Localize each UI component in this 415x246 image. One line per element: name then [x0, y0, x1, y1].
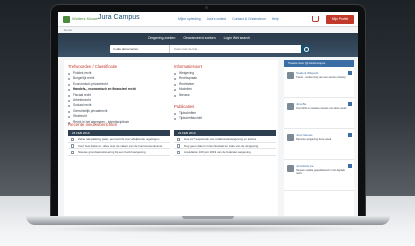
search-icon[interactable]	[301, 45, 310, 53]
brand-name[interactable]: Wolters Kluwer	[72, 16, 99, 21]
avatar	[287, 72, 294, 79]
twitter-feed: Tweets door @JuraCampus Student Wilgocki…	[284, 60, 354, 218]
tab-geavanceerd-zoeken[interactable]: Geavanceerd zoeken	[183, 36, 215, 40]
avatar	[287, 134, 294, 141]
tweet[interactable]: Jura Be Overzicht en actuele nieuws van …	[284, 99, 354, 129]
nav-item-opleiding[interactable]: Mijne opleiding	[178, 17, 201, 21]
laptop-shadow	[40, 225, 376, 233]
twitter-bird-icon	[348, 71, 352, 75]
user-profile-button[interactable]: Mijn Profiel	[326, 15, 354, 24]
laptop-screen: Wolters Kluwer Jura Campus Mijne opleidi…	[58, 12, 358, 218]
document-icon	[71, 137, 74, 141]
search-tabs: Omgeving zoeken Geavanceerd zoeken Login…	[148, 36, 250, 40]
scope-select[interactable]: In alle documenten	[110, 45, 170, 53]
nav-item-contact[interactable]: Contact & Ondersteun	[232, 17, 266, 21]
publication-item[interactable]: Tijdschriftarchief	[174, 116, 202, 121]
tweet-author[interactable]: Student Wilgocki	[296, 71, 318, 75]
search-hero: Omgeving zoeken Geavanceerd zoeken Login…	[58, 33, 358, 57]
top-bar: Wolters Kluwer Jura Campus Mijne opleidi…	[58, 12, 358, 27]
tweet-text: Tweet - verkenning van een eerste ontwer…	[296, 76, 346, 79]
document-icon	[177, 137, 180, 141]
news-item-label: Voor heel bekend - alles over de zaken v…	[78, 143, 163, 148]
info-type-item[interactable]: Nieuws	[174, 93, 197, 98]
document-icon	[71, 150, 74, 155]
themes-title: Trefwoorden / Classificatie	[68, 64, 118, 69]
document-icon	[177, 144, 180, 148]
document-icon	[71, 144, 74, 148]
laptop-bezel: Wolters Kluwer Jura Campus Mijne opleidi…	[50, 4, 366, 218]
camera-icon	[205, 6, 208, 9]
twitter-bird-icon	[348, 102, 352, 106]
news-item-label: Liquidation 100 juni 2019 van de federal…	[184, 150, 251, 155]
document-icon	[177, 150, 180, 155]
news-column: 22 FEB 2019 Hoe zo? lesperiode van colla…	[174, 130, 276, 156]
tweet-text: Recente wetgeving deze week	[296, 138, 332, 141]
avatar	[287, 165, 294, 172]
news-item[interactable]: Liquidation 100 juni 2019 van de federal…	[174, 149, 276, 156]
breadcrumb-home[interactable]: Home	[64, 28, 72, 32]
top-nav: Mijne opleiding Jura's collect Contact &…	[178, 17, 279, 21]
publications-title: Publicaties	[174, 104, 195, 109]
news-item-label: Nog geen datum in kennisstaat ter zake v…	[184, 143, 259, 148]
news-item[interactable]: Voor heel bekend - alles over de zaken v…	[68, 143, 170, 150]
basket-icon[interactable]	[312, 16, 319, 22]
tweet[interactable]: Student Wilgocki Tweet - verkenning van …	[284, 68, 354, 98]
tweet-text: Nieuwe update gepubliceerd in het digita…	[296, 169, 345, 176]
tweet[interactable]: Jura Nieuws Recente wetgeving deze week	[284, 130, 354, 160]
news-column: 25 FEB 2019 Zeker aanpakking pater, een …	[68, 130, 170, 156]
search-box: In alle documenten	[110, 45, 310, 53]
news-item-label: Hoe zo? lesperiode van collaboratiewetge…	[184, 137, 257, 141]
search-input[interactable]	[172, 45, 300, 53]
nav-item-collect[interactable]: Jura's collect	[207, 17, 227, 21]
twitter-header[interactable]: Tweets door @JuraCampus	[284, 60, 354, 67]
news-item[interactable]: Zeker aanpakking pater, een bericht over…	[68, 136, 170, 143]
brand-logo-icon	[63, 16, 70, 23]
publications-list: Tijdschriften Tijdschriftarchief	[174, 111, 202, 122]
news-item-label: Nieuwe grondwetsuitvoering bij een hoofd…	[78, 150, 146, 155]
themes-list: Publiek recht Burgerlijk recht Economisc…	[68, 71, 136, 125]
news-title: Recente nieuwsberichten	[68, 122, 118, 127]
product-name[interactable]: Jura Campus	[98, 14, 140, 21]
info-type-list: Wetgeving Rechtspraak Rechtsleer Modelle…	[174, 71, 197, 98]
news-item[interactable]: Nieuwe grondwetsuitvoering bij een hoofd…	[68, 149, 170, 156]
twitter-bird-icon	[348, 164, 352, 168]
info-type-title: Informatiesoort	[174, 64, 202, 69]
nav-item-help[interactable]: Help	[272, 17, 279, 21]
tweet-author[interactable]: Jura Be	[296, 102, 306, 106]
tweet-author[interactable]: Jura Nieuws	[296, 133, 313, 137]
laptop-notch	[182, 216, 234, 219]
main-content: Trefwoorden / Classificatie Publiek rech…	[64, 60, 278, 218]
news-item[interactable]: Nog geen datum in kennisstaat ter zake v…	[174, 143, 276, 150]
tweet[interactable]: Jurisdictie.be Nieuwe update gepubliceer…	[284, 161, 354, 191]
tweet-text: Overzicht en actuele nieuws van deze wee…	[296, 107, 347, 110]
twitter-bird-icon	[348, 133, 352, 137]
news-item-label: Zeker aanpakking pater, een bericht over…	[78, 137, 160, 141]
tab-omgeving-zoeken[interactable]: Omgeving zoeken	[148, 36, 175, 40]
avatar	[287, 103, 294, 110]
tab-login-wet-search[interactable]: Login Wet search	[224, 36, 250, 40]
tweet-author[interactable]: Jurisdictie.be	[296, 164, 314, 168]
news-item[interactable]: Hoe zo? lesperiode van collaboratiewetge…	[174, 136, 276, 143]
